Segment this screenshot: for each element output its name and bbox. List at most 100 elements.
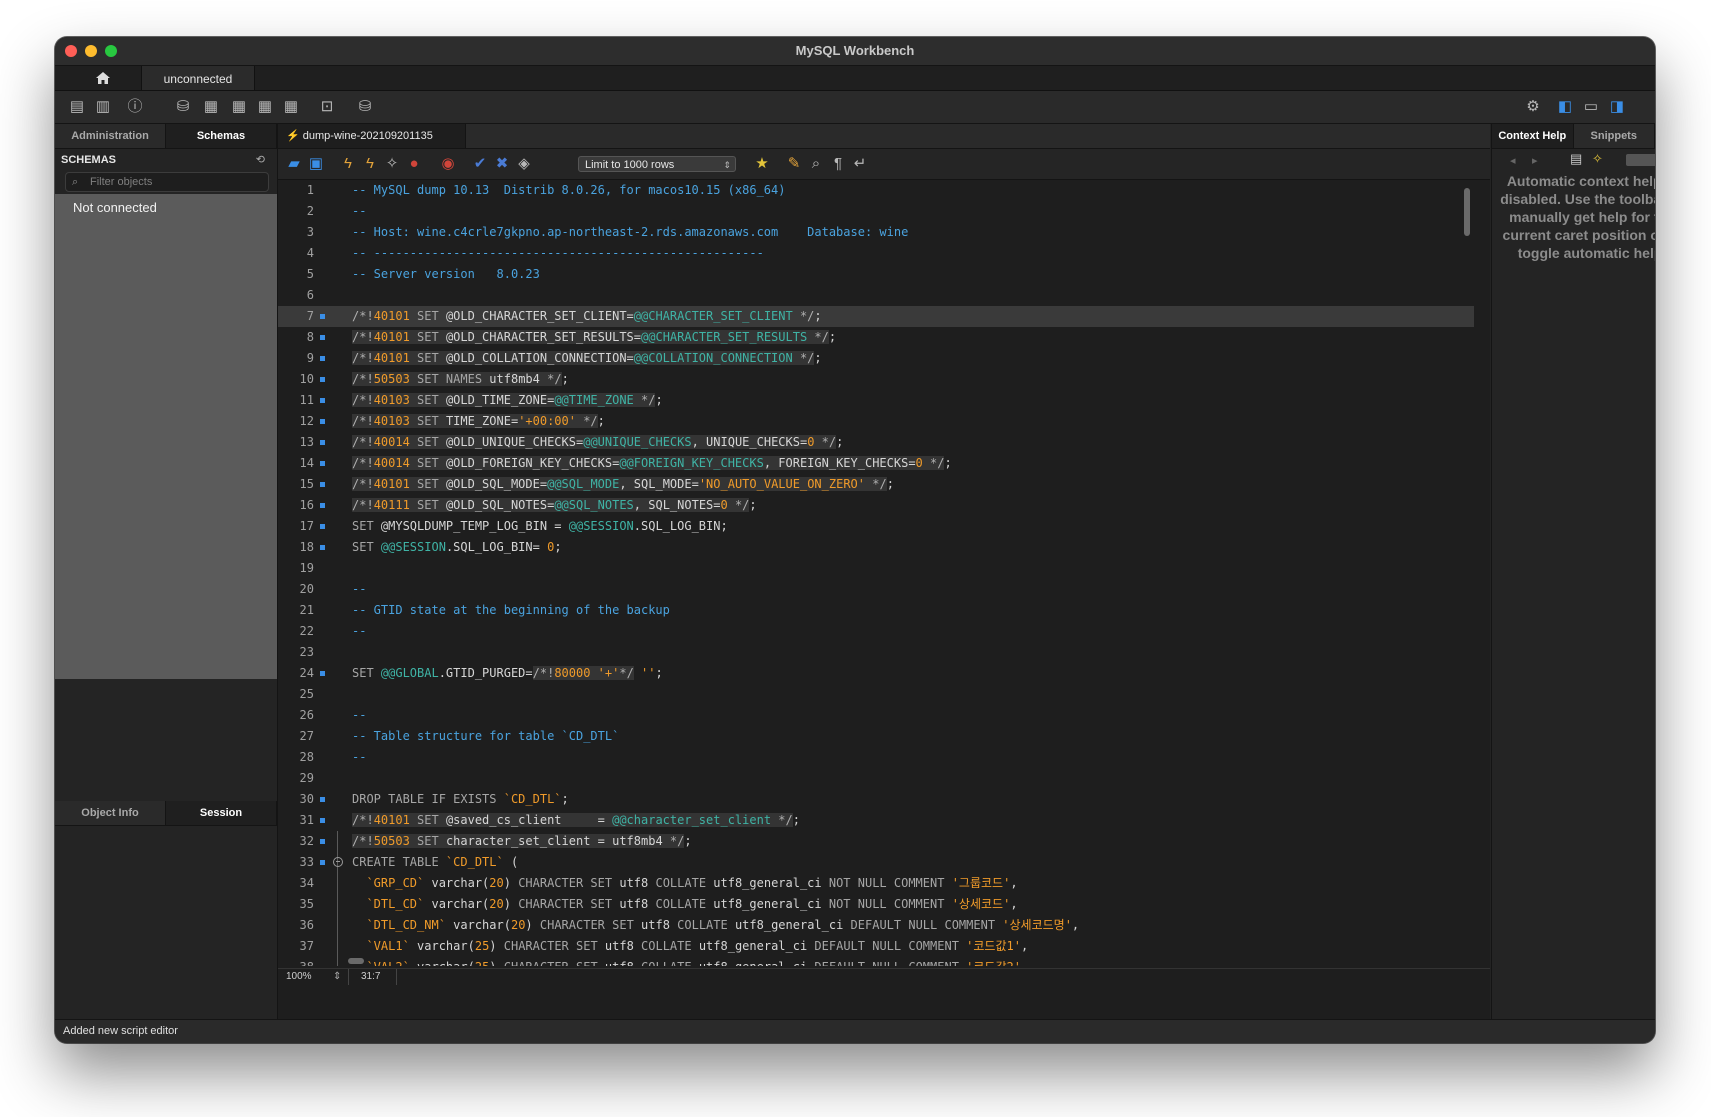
toggle-sidebar-icon[interactable]: ◧: [1555, 97, 1575, 117]
code-line[interactable]: 20 --: [278, 579, 1474, 600]
invisible-chars-icon[interactable]: ¶: [828, 154, 848, 174]
tab-context-help[interactable]: Context Help: [1492, 124, 1574, 148]
code-line[interactable]: 28 --: [278, 747, 1474, 768]
code-line[interactable]: 3 -- Host: wine.c4crle7gkpno.ap-northeast…: [278, 222, 1474, 243]
code-line[interactable]: 10 /*!50503 SET NAMES utf8mb4 */;: [278, 369, 1474, 390]
create-function-icon[interactable]: ▦: [281, 97, 301, 117]
code-line[interactable]: 35 `DTL_CD` varchar(20) CHARACTER SET ut…: [278, 894, 1474, 915]
code-line[interactable]: 4 -- ------------------------------------…: [278, 243, 1474, 264]
toggle-error-icon[interactable]: ◉: [438, 154, 458, 174]
create-procedure-icon[interactable]: ▦: [255, 97, 275, 117]
code-line[interactable]: 31 /*!40101 SET @saved_cs_client = @@char…: [278, 810, 1474, 831]
search-table-data-icon[interactable]: ⊡: [317, 97, 337, 117]
toggle-secondary-sidebar-icon[interactable]: ◨: [1607, 97, 1627, 117]
code-line[interactable]: 34 `GRP_CD` varchar(20) CHARACTER SET ut…: [278, 873, 1474, 894]
add-snippet-icon[interactable]: ★: [752, 154, 772, 174]
code-line[interactable]: 37 `VAL1` varchar(25) CHARACTER SET utf8…: [278, 936, 1474, 957]
code-line[interactable]: 8 /*!40101 SET @OLD_CHARACTER_SET_RESULTS…: [278, 327, 1474, 348]
home-tab[interactable]: [85, 66, 121, 90]
code-line[interactable]: 29: [278, 768, 1474, 789]
word-wrap-icon[interactable]: ↵: [850, 154, 870, 174]
code-text: -- -------------------------------------…: [352, 243, 764, 264]
code-line[interactable]: 17 SET @MYSQLDUMP_TEMP_LOG_BIN = @@SESSIO…: [278, 516, 1474, 537]
code-line[interactable]: 22 --: [278, 621, 1474, 642]
code-line[interactable]: 27 -- Table structure for table `CD_DTL`: [278, 726, 1474, 747]
stop-icon[interactable]: ●: [404, 154, 424, 174]
query-tab[interactable]: ⚡ dump-wine-202109201135: [278, 124, 466, 148]
tab-snippets[interactable]: Snippets: [1574, 124, 1655, 148]
code-token: /*!: [352, 351, 374, 365]
explain-icon[interactable]: ✧: [382, 154, 402, 174]
code-line[interactable]: 11 /*!40103 SET @OLD_TIME_ZONE=@@TIME_ZON…: [278, 390, 1474, 411]
code-line[interactable]: 5 -- Server version 8.0.23: [278, 264, 1474, 285]
code-token: /*!: [532, 666, 555, 680]
filter-objects-input[interactable]: ⌕ Filter objects: [65, 172, 269, 192]
code-line[interactable]: 33 CREATE TABLE `CD_DTL` (: [278, 852, 1474, 873]
preferences-icon[interactable]: ⚙: [1523, 97, 1543, 117]
create-table-icon[interactable]: ▦: [201, 97, 221, 117]
execute-icon[interactable]: ϟ: [338, 154, 358, 174]
open-sql-script-icon[interactable]: ▥: [93, 97, 113, 117]
code-line[interactable]: 12 /*!40103 SET TIME_ZONE='+00:00' */;: [278, 411, 1474, 432]
inspector-icon[interactable]: ⓘ: [125, 97, 145, 117]
code-line[interactable]: 18 SET @@SESSION.SQL_LOG_BIN= 0;: [278, 537, 1474, 558]
find-icon[interactable]: ⌕: [806, 154, 826, 174]
commit-icon[interactable]: ✔: [470, 154, 490, 174]
code-line[interactable]: 16 /*!40111 SET @OLD_SQL_NOTES=@@SQL_NOTE…: [278, 495, 1474, 516]
zoom-stepper-icon[interactable]: ⇕: [333, 969, 341, 985]
code-token: .SQL_LOG_BIN=: [445, 540, 548, 554]
limit-rows-select[interactable]: Limit to 1000 rows ⇕: [578, 156, 736, 172]
tab-session[interactable]: Session: [166, 801, 277, 825]
create-schema-icon[interactable]: ⛁: [173, 97, 193, 117]
create-view-icon[interactable]: ▦: [229, 97, 249, 117]
autocommit-icon[interactable]: ◈: [514, 154, 534, 174]
back-icon[interactable]: ◂: [1510, 154, 1516, 167]
tab-administration[interactable]: Administration: [55, 124, 166, 148]
code-line[interactable]: 2 --: [278, 201, 1474, 222]
beautify-icon[interactable]: ✎: [784, 154, 804, 174]
forward-icon[interactable]: ▸: [1532, 154, 1538, 167]
code-line[interactable]: 25: [278, 684, 1474, 705]
code-line[interactable]: 36 `DTL_CD_NM` varchar(20) CHARACTER SET…: [278, 915, 1474, 936]
code-line[interactable]: 21 -- GTID state at the beginning of the …: [278, 600, 1474, 621]
code-line[interactable]: 6: [278, 285, 1474, 306]
manual-help-icon[interactable]: ▤: [1570, 151, 1582, 167]
code-line[interactable]: 30 DROP TABLE IF EXISTS `CD_DTL`;: [278, 789, 1474, 810]
code-line[interactable]: 32 /*!50503 SET character_set_client = ut…: [278, 831, 1474, 852]
code-line[interactable]: 7 /*!40101 SET @OLD_CHARACTER_SET_CLIENT=…: [278, 306, 1474, 327]
execute-current-icon[interactable]: ϟ: [360, 154, 380, 174]
reconnect-icon[interactable]: ⛁: [355, 97, 375, 117]
code-line[interactable]: 15 /*!40101 SET @OLD_SQL_MODE=@@SQL_MODE,…: [278, 474, 1474, 495]
code-token: 0: [915, 456, 923, 470]
code-line[interactable]: 13 /*!40014 SET @OLD_UNIQUE_CHECKS=@@UNIQ…: [278, 432, 1474, 453]
help-topic-field[interactable]: [1626, 154, 1655, 166]
toggle-output-icon[interactable]: ▭: [1581, 97, 1601, 117]
minimize-window-button[interactable]: [85, 45, 97, 57]
tab-object-info[interactable]: Object Info: [55, 801, 166, 825]
zoom-level[interactable]: 100%: [286, 969, 312, 985]
code-line[interactable]: 24 SET @@GLOBAL.GTID_PURGED=/*!80000 '+'*…: [278, 663, 1474, 684]
rollback-icon[interactable]: ✖: [492, 154, 512, 174]
refresh-icon[interactable]: ⟲: [256, 153, 265, 166]
code-line[interactable]: 9 /*!40101 SET @OLD_COLLATION_CONNECTION=…: [278, 348, 1474, 369]
save-icon[interactable]: ▣: [306, 154, 326, 174]
code-line[interactable]: 14 /*!40014 SET @OLD_FOREIGN_KEY_CHECKS=@…: [278, 453, 1474, 474]
tab-schemas[interactable]: Schemas: [166, 124, 277, 148]
close-window-button[interactable]: [65, 45, 77, 57]
fold-toggle-icon[interactable]: [333, 857, 343, 867]
code-token: @@SESSION: [568, 519, 634, 533]
zoom-window-button[interactable]: [105, 45, 117, 57]
auto-help-icon[interactable]: ✧: [1592, 151, 1603, 167]
connection-tab[interactable]: unconnected: [141, 66, 255, 90]
code-line[interactable]: 19: [278, 558, 1474, 579]
new-sql-tab-icon[interactable]: ▤: [67, 97, 87, 117]
code-line[interactable]: 38 `VAL2` varchar(25) CHARACTER SET utf8…: [278, 957, 1474, 966]
code-token: ,: [1071, 918, 1080, 932]
code-line[interactable]: 23: [278, 642, 1474, 663]
code-line[interactable]: 1 -- MySQL dump 10.13 Distrib 8.0.26, for…: [278, 180, 1474, 201]
sql-editor[interactable]: 1 -- MySQL dump 10.13 Distrib 8.0.26, for…: [278, 180, 1474, 966]
line-number: 22: [299, 624, 314, 638]
code-line[interactable]: 26 --: [278, 705, 1474, 726]
open-file-icon[interactable]: ▰: [284, 154, 304, 174]
code-token: ): [503, 897, 519, 911]
